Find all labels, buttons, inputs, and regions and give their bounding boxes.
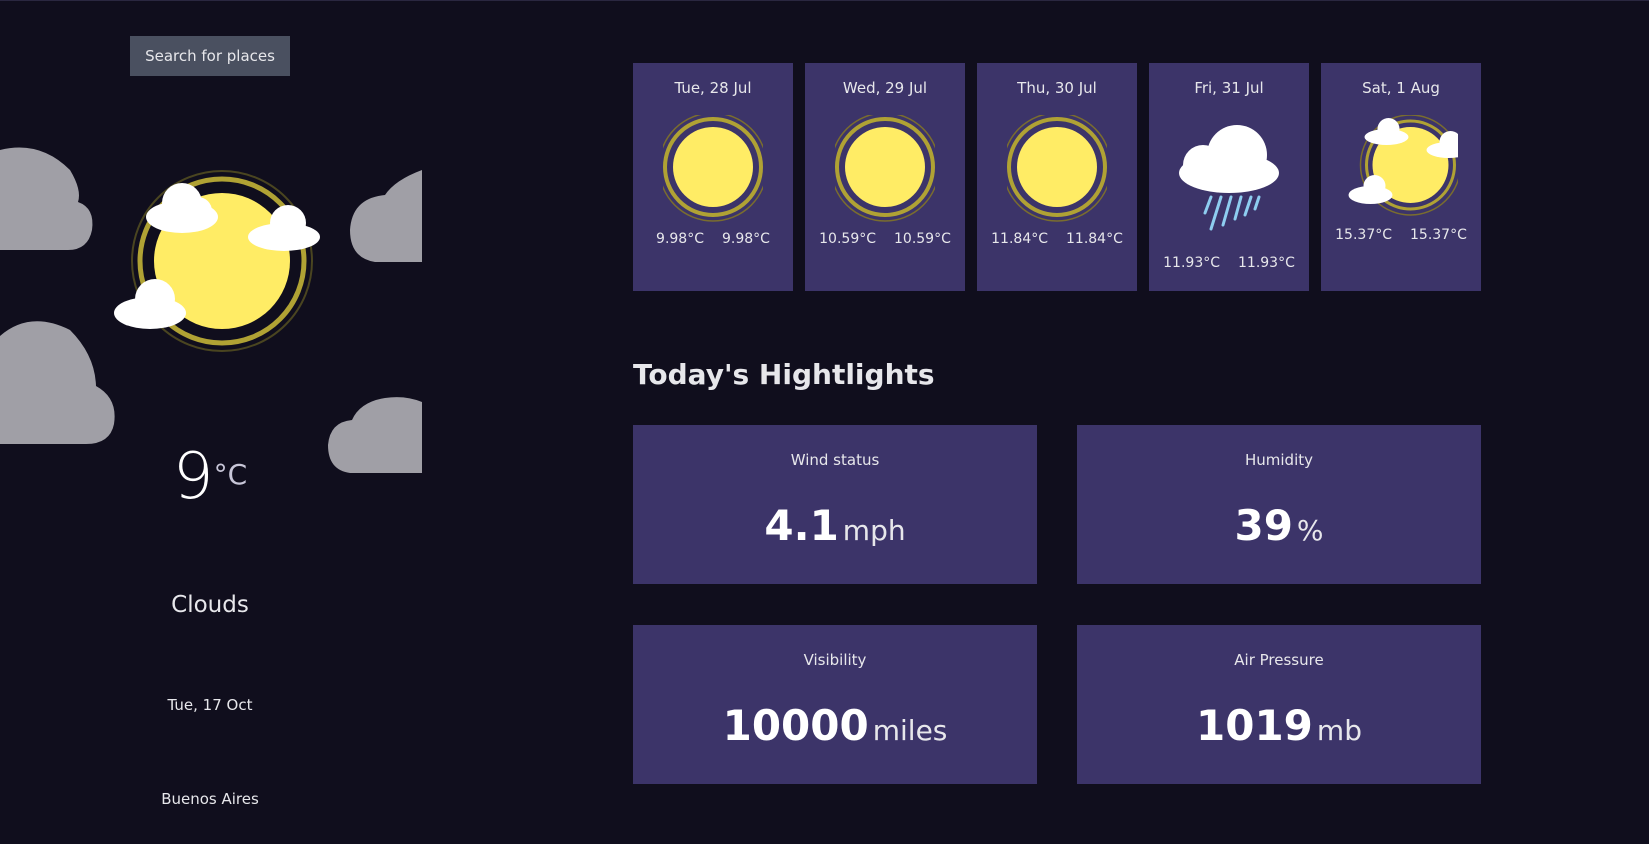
forecast-max: 10.59°C — [819, 231, 876, 247]
temperature-unit: °C — [213, 458, 248, 491]
forecast-max: 9.98°C — [656, 231, 704, 247]
visibility-label: Visibility — [803, 651, 867, 669]
current-temperature: 9°C — [0, 440, 420, 514]
forecast-card: Tue, 28 Jul 9.98°C 9.98°C — [633, 63, 793, 291]
wind-value-row: 4.1 mph — [633, 501, 1037, 550]
wind-value: 4.1 — [764, 501, 839, 550]
forecast-max: 15.37°C — [1335, 227, 1392, 243]
rain-cloud-icon — [1179, 125, 1279, 231]
forecast-date: Thu, 30 Jul — [1017, 79, 1097, 97]
highlights-title: Today's Hightlights — [633, 358, 935, 391]
forecast-card: Thu, 30 Jul 11.84°C 11.84°C — [977, 63, 1137, 291]
current-location: Buenos Aires — [161, 790, 259, 808]
forecast-min: 11.84°C — [1066, 231, 1123, 247]
weather-condition: Clouds — [171, 592, 249, 618]
search-places-button[interactable]: Search for places — [130, 36, 290, 76]
forecast-date: Tue, 28 Jul — [674, 79, 752, 97]
forecast-min: 11.93°C — [1238, 255, 1295, 271]
sun-icon — [663, 115, 763, 222]
humidity-unit: % — [1296, 514, 1324, 547]
current-date: Tue, 17 Oct — [167, 696, 253, 714]
visibility-value-row: 10000 miles — [633, 701, 1037, 750]
highlights-grid: Wind status 4.1 mph Humidity 39% Visibili… — [633, 425, 1481, 785]
visibility-value: 10000 — [722, 701, 869, 750]
partly-cloudy-icon — [1348, 115, 1458, 216]
forecast-min: 15.37°C — [1410, 227, 1467, 243]
pressure-label: Air Pressure — [1234, 651, 1324, 669]
visibility-card: Visibility 10000 miles — [633, 625, 1037, 784]
forecast-min: 10.59°C — [894, 231, 951, 247]
forecast-min: 9.98°C — [722, 231, 770, 247]
wind-unit: mph — [842, 514, 906, 547]
temperature-value: 9 — [172, 440, 214, 514]
air-pressure-card: Air Pressure 1019 mb — [1077, 625, 1481, 784]
humidity-value: 39 — [1234, 501, 1293, 550]
forecast-date: Wed, 29 Jul — [842, 79, 928, 97]
forecast-temps: 10.59°C 10.59°C — [805, 231, 965, 247]
sun-behind-clouds-icon — [114, 170, 320, 352]
forecast-temps: 11.93°C 11.93°C — [1149, 255, 1309, 271]
forecast-temps: 11.84°C 11.84°C — [977, 231, 1137, 247]
forecast-list: Tue, 28 Jul 9.98°C 9.98°C Wed, 29 Jul 10… — [633, 63, 1481, 291]
sun-icon — [835, 115, 935, 222]
forecast-max: 11.84°C — [991, 231, 1048, 247]
forecast-temps: 15.37°C 15.37°C — [1321, 227, 1481, 243]
forecast-card: Fri, 31 Jul 11.93°C 11.93°C — [1149, 63, 1309, 291]
forecast-date: Sat, 1 Aug — [1362, 79, 1440, 97]
forecast-date: Fri, 31 Jul — [1194, 79, 1264, 97]
forecast-max: 11.93°C — [1163, 255, 1220, 271]
pressure-value: 1019 — [1196, 701, 1313, 750]
humidity-card: Humidity 39% — [1077, 425, 1481, 584]
current-weather-panel: Search for places 9°C Clouds Tue, 17 Oct… — [0, 0, 422, 844]
sun-icon — [1007, 115, 1107, 222]
forecast-card: Sat, 1 Aug 15.37°C 15.37°C — [1321, 63, 1481, 291]
pressure-value-row: 1019 mb — [1077, 701, 1481, 750]
visibility-unit: miles — [872, 714, 948, 747]
humidity-label: Humidity — [1244, 451, 1313, 469]
pressure-unit: mb — [1316, 714, 1362, 747]
wind-label: Wind status — [790, 451, 880, 469]
humidity-value-row: 39% — [1077, 501, 1481, 550]
forecast-temps: 9.98°C 9.98°C — [633, 231, 793, 247]
wind-status-card: Wind status 4.1 mph — [633, 425, 1037, 584]
forecast-card: Wed, 29 Jul 10.59°C 10.59°C — [805, 63, 965, 291]
